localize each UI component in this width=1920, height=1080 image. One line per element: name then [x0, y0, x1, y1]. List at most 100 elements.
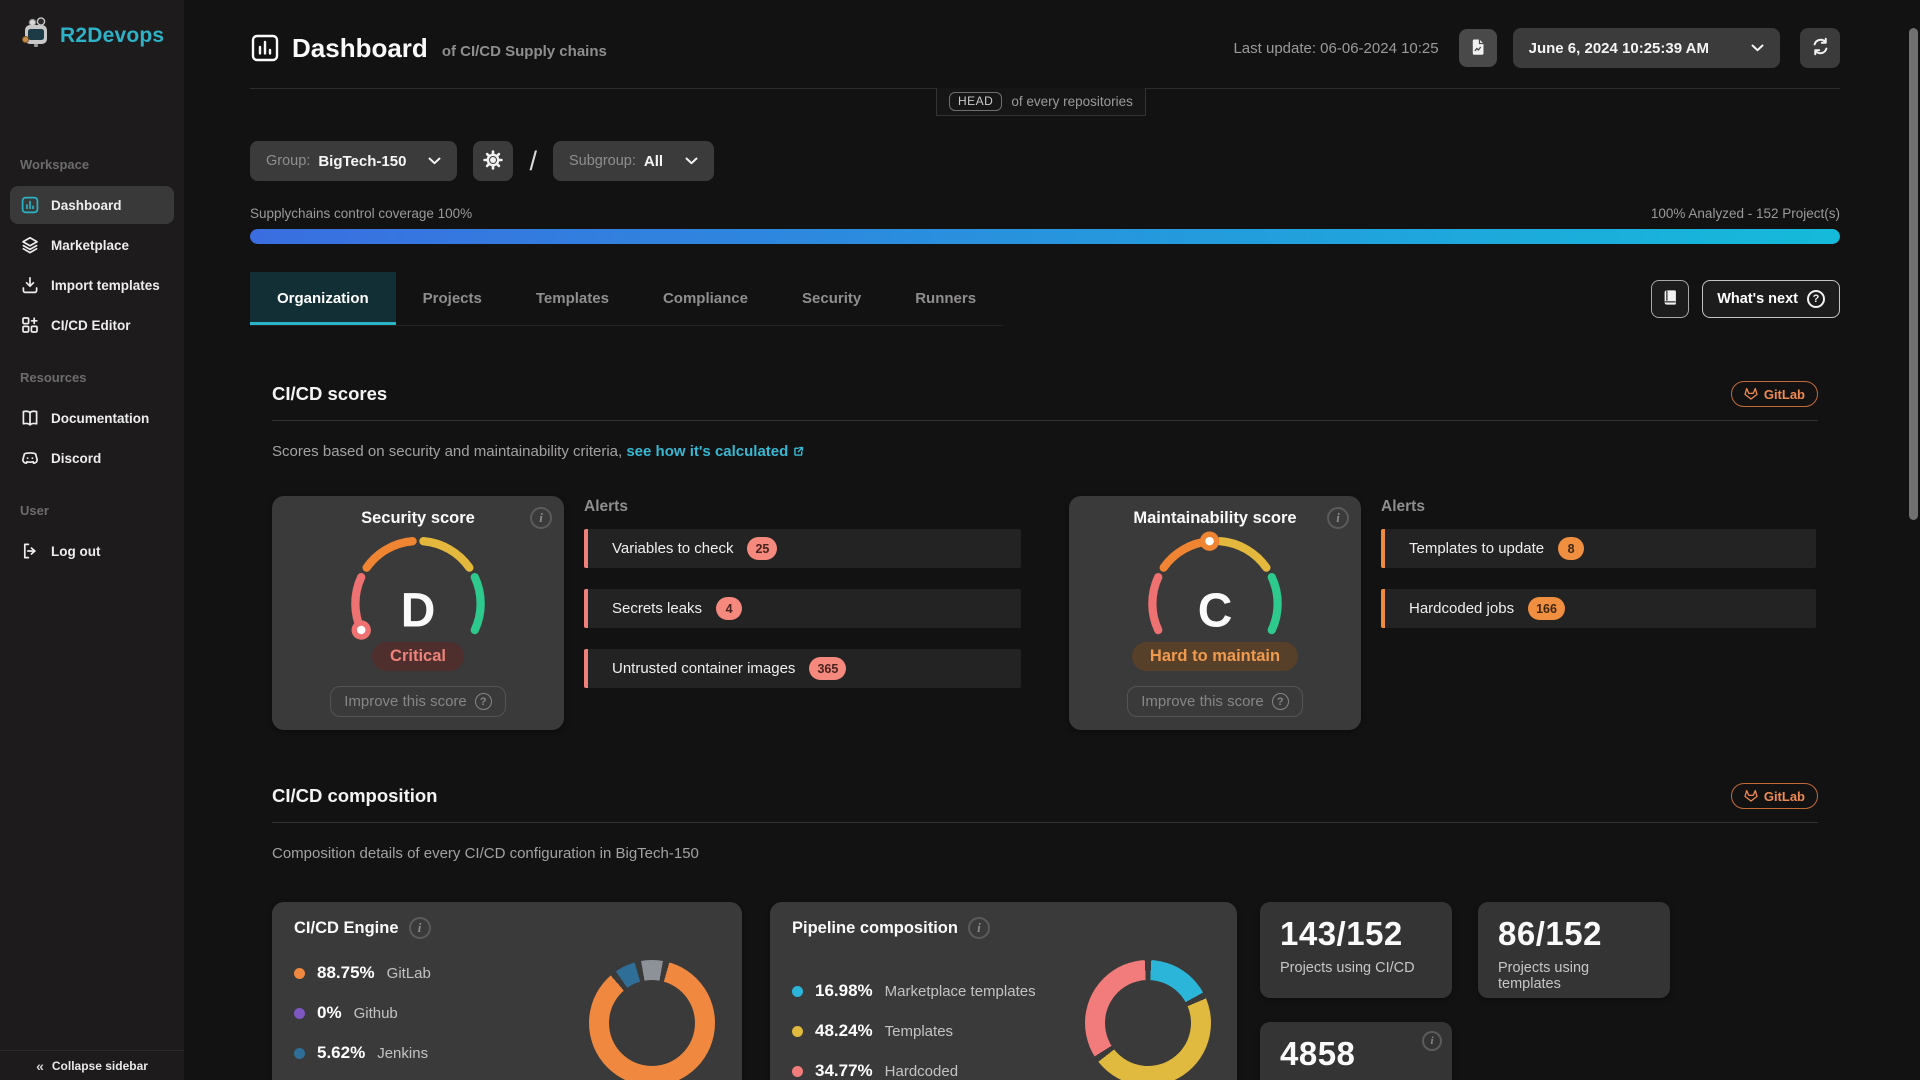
- sidebar-item-documentation[interactable]: Documentation: [10, 399, 174, 437]
- maintainability-score-gauge: C: [1112, 528, 1318, 646]
- collapse-chevrons-icon: «: [36, 1058, 44, 1074]
- alert-row[interactable]: Variables to check 25: [584, 529, 1021, 568]
- info-icon[interactable]: i: [530, 507, 552, 529]
- scores-description-text: Scores based on security and maintainabi…: [272, 443, 622, 460]
- legend-dot: [294, 968, 305, 979]
- hardcoded-jobs-card: i 4858 Hardcoded jobs: [1260, 1022, 1452, 1080]
- legend-percent: 88.75%: [317, 963, 375, 983]
- report-file-button[interactable]: [1459, 29, 1497, 67]
- page-subtitle: of CI/CD Supply chains: [442, 43, 607, 60]
- scrollbar[interactable]: [1909, 28, 1918, 520]
- whats-next-button[interactable]: What's next ?: [1702, 280, 1840, 318]
- alert-row[interactable]: Secrets leaks 4: [584, 589, 1021, 628]
- pipeline-card-title: Pipeline composition: [792, 919, 958, 938]
- alert-count-badge: 166: [1528, 597, 1565, 620]
- tab-security[interactable]: Security: [775, 272, 888, 325]
- coverage-block: Supplychains control coverage 100% 100% …: [250, 206, 1840, 244]
- improve-security-score-button[interactable]: Improve this score ?: [330, 686, 506, 717]
- legend-dot: [792, 986, 803, 997]
- sidebar-item-label: Marketplace: [51, 238, 129, 253]
- chevron-down-icon: [1751, 39, 1764, 57]
- maintainability-grade: C: [1198, 585, 1233, 638]
- projects-using-cicd-card: 143/152 Projects using CI/CD: [1260, 902, 1452, 998]
- security-score-title: Security score: [361, 509, 475, 528]
- security-status-badge: Critical: [372, 642, 464, 671]
- sidebar-item-import-templates[interactable]: Import templates: [10, 266, 174, 304]
- security-alerts: Alerts Variables to check 25 Secrets lea…: [584, 496, 1021, 709]
- info-icon[interactable]: i: [1422, 1031, 1442, 1051]
- refresh-button[interactable]: [1800, 28, 1840, 68]
- last-update-text: Last update: 06-06-2024 10:25: [1233, 40, 1438, 57]
- pipeline-donut-chart: [1085, 960, 1211, 1080]
- info-icon[interactable]: i: [968, 917, 990, 939]
- marketplace-icon: [20, 235, 40, 255]
- alert-label: Variables to check: [612, 540, 733, 557]
- gitlab-badge[interactable]: GitLab: [1731, 381, 1818, 407]
- legend-label: GitLab: [387, 965, 431, 982]
- group-settings-button[interactable]: [473, 141, 513, 181]
- improve-maintainability-score-button[interactable]: Improve this score ?: [1127, 686, 1303, 717]
- dashboard-icon: [20, 195, 40, 215]
- alerts-title: Alerts: [1381, 498, 1816, 516]
- scores-section-title: CI/CD scores: [272, 383, 387, 405]
- sidebar-item-label: Dashboard: [51, 198, 122, 213]
- legend-label: Jenkins: [377, 1045, 428, 1062]
- tab-runners[interactable]: Runners: [888, 272, 1003, 325]
- sidebar-item-label: Discord: [51, 451, 101, 466]
- sidebar-item-label: Documentation: [51, 411, 149, 426]
- legend-label: Hardcoded: [885, 1063, 958, 1080]
- head-ref-tooltip[interactable]: HEAD of every repositories: [936, 88, 1146, 116]
- sidebar-item-label: Log out: [51, 544, 100, 559]
- dashboard-title-icon: [250, 33, 280, 63]
- info-icon[interactable]: i: [1327, 507, 1349, 529]
- security-score-card: Security score i D Critical: [272, 496, 564, 730]
- sidebar-item-marketplace[interactable]: Marketplace: [10, 226, 174, 264]
- composition-description: Composition details of every CI/CD confi…: [272, 845, 1818, 862]
- logo[interactable]: R2Devops: [0, 0, 184, 65]
- alert-row[interactable]: Hardcoded jobs 166: [1381, 589, 1816, 628]
- collapse-sidebar-button[interactable]: « Collapse sidebar: [0, 1050, 184, 1080]
- date-select[interactable]: June 6, 2024 10:25:39 AM: [1513, 28, 1780, 68]
- sidebar-item-logout[interactable]: Log out: [10, 532, 174, 570]
- refresh-icon: [1810, 36, 1831, 60]
- alert-count-badge: 4: [716, 597, 742, 620]
- see-how-calculated-link[interactable]: see how it's calculated: [626, 443, 805, 460]
- logo-text: R2Devops: [60, 24, 164, 48]
- alert-label: Secrets leaks: [612, 600, 702, 617]
- info-icon[interactable]: i: [409, 917, 431, 939]
- tab-compliance[interactable]: Compliance: [636, 272, 775, 325]
- stats-grid: 143/152 Projects using CI/CD 86/152 Proj…: [1260, 902, 1670, 1080]
- alert-row[interactable]: Templates to update 8: [1381, 529, 1816, 568]
- group-subgroup-separator: /: [529, 146, 537, 177]
- legend-dot: [792, 1026, 803, 1037]
- alerts-title: Alerts: [584, 498, 1021, 516]
- nav-section-resources: Resources: [0, 370, 184, 385]
- security-score-gauge: D: [315, 528, 521, 646]
- pipeline-composition-card: Pipeline composition i 16.98% Marketplac…: [770, 902, 1237, 1080]
- tab-projects[interactable]: Projects: [396, 272, 509, 325]
- alert-count-badge: 365: [809, 657, 846, 680]
- tab-organization[interactable]: Organization: [250, 272, 396, 325]
- changelog-button[interactable]: [1651, 280, 1689, 318]
- gitlab-badge[interactable]: GitLab: [1731, 783, 1818, 809]
- import-icon: [20, 275, 40, 295]
- alert-row[interactable]: Untrusted container images 365: [584, 649, 1021, 688]
- filters-row: Group: BigTech-150: [250, 141, 1840, 181]
- maintainability-score-title: Maintainability score: [1133, 509, 1296, 528]
- group-select-value: BigTech-150: [318, 153, 406, 170]
- sidebar-item-cicd-editor[interactable]: CI/CD Editor: [10, 306, 174, 344]
- sidebar-item-discord[interactable]: Discord: [10, 439, 174, 477]
- subgroup-select-label: Subgroup:: [569, 153, 636, 169]
- legend-dot: [792, 1066, 803, 1077]
- group-select-label: Group:: [266, 153, 310, 169]
- maintainability-status-badge: Hard to maintain: [1132, 642, 1298, 671]
- tab-templates[interactable]: Templates: [509, 272, 636, 325]
- stat-value: 4858: [1280, 1035, 1432, 1073]
- group-select[interactable]: Group: BigTech-150: [250, 141, 457, 181]
- sidebar-item-label: Import templates: [51, 278, 160, 293]
- whats-next-label: What's next: [1717, 291, 1798, 307]
- subgroup-select[interactable]: Subgroup: All: [553, 141, 714, 181]
- book-icon: [1661, 288, 1680, 310]
- head-badge: HEAD: [949, 92, 1002, 111]
- sidebar-item-dashboard[interactable]: Dashboard: [10, 186, 174, 224]
